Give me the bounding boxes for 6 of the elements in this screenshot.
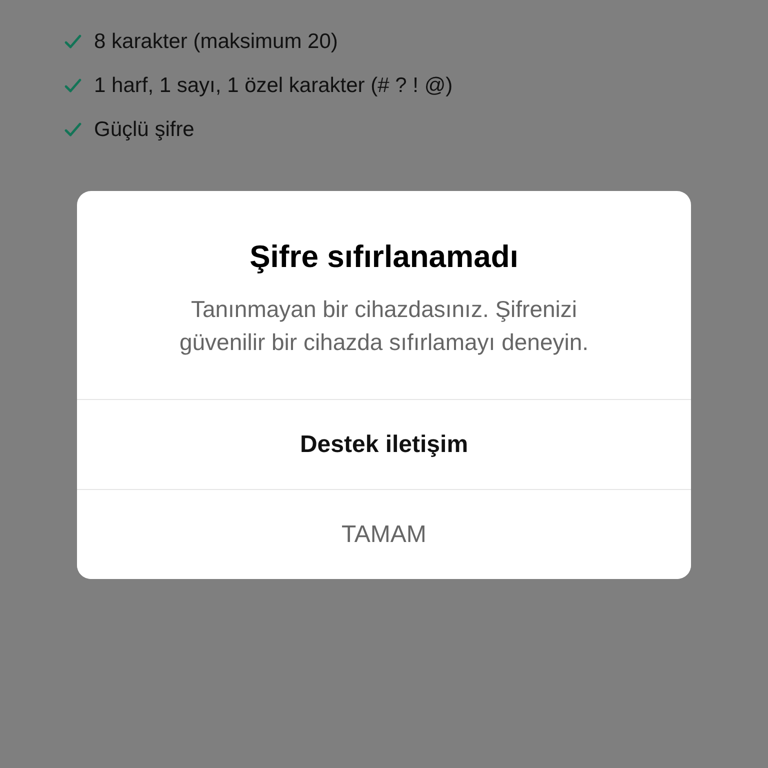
requirement-text: 8 karakter (maksimum 20) bbox=[94, 30, 338, 54]
dialog-message: Tanınmayan bir cihazdasınız. Şifrenizi güvenilir bir cihazda sıfırlamayı deneyin. bbox=[178, 295, 590, 357]
dialog-title: Şifre sıfırlanamadı bbox=[248, 239, 520, 275]
requirement-text: Güçlü şifre bbox=[94, 118, 194, 142]
ok-button[interactable]: TAMAM bbox=[77, 489, 691, 579]
requirement-text: 1 harf, 1 sayı, 1 özel karakter (# ? ! @) bbox=[94, 74, 453, 98]
